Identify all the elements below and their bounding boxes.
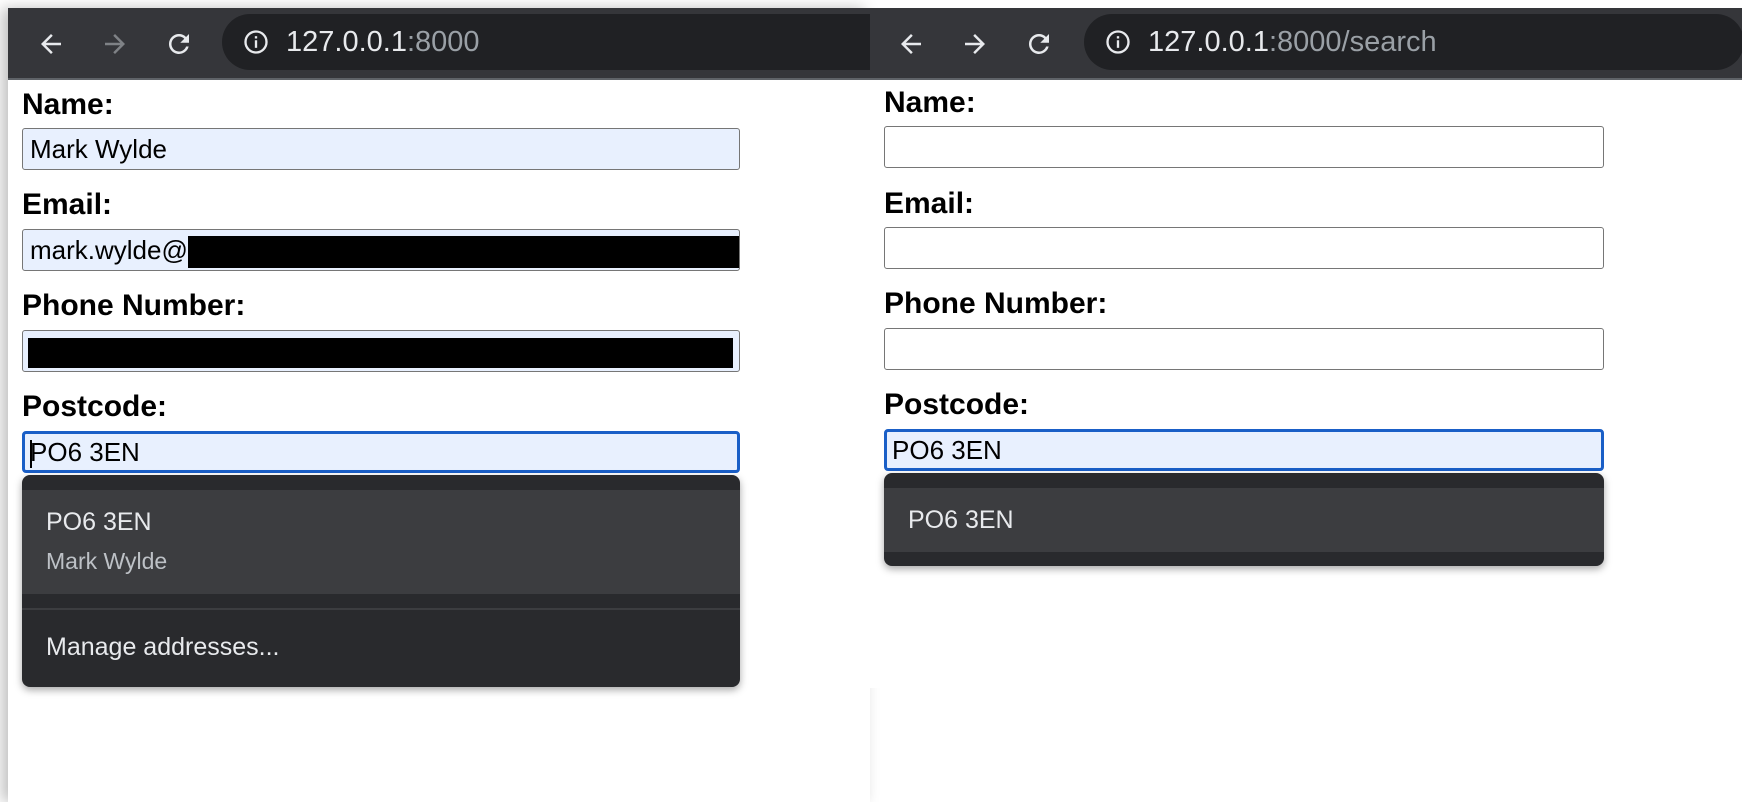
reload-button[interactable]	[1021, 26, 1057, 62]
phone-label: Phone Number:	[884, 287, 1108, 320]
postcode-label: Postcode:	[884, 388, 1030, 421]
url-text: 127.0.0.1:8000	[286, 24, 480, 60]
redaction-bar	[187, 236, 739, 269]
name-label: Name:	[22, 88, 114, 121]
postcode-label: Postcode:	[22, 390, 168, 423]
reload-icon	[168, 33, 189, 54]
name-label: Name:	[884, 86, 976, 119]
forward-button[interactable]	[957, 26, 993, 62]
desktop-background	[870, 688, 1742, 802]
email-field[interactable]	[884, 227, 1604, 269]
email-label: Email:	[22, 188, 113, 221]
autocomplete-dropdown: PO6 3EN	[884, 473, 1604, 566]
suggestion-title: PO6 3EN	[908, 506, 1014, 534]
phone-label: Phone Number:	[22, 289, 246, 322]
back-button[interactable]	[33, 26, 69, 62]
arrow-right-icon	[105, 34, 125, 54]
address-bar[interactable]: 127.0.0.1:8000/search	[1084, 14, 1742, 70]
url-path: :8000	[406, 26, 480, 58]
name-field[interactable]: Mark Wylde	[22, 128, 740, 170]
email-label: Email:	[884, 187, 975, 220]
phone-field[interactable]	[884, 328, 1604, 370]
redaction-bar	[28, 338, 733, 369]
url-host: 127.0.0.1	[286, 26, 407, 58]
info-circle-icon[interactable]	[1104, 28, 1132, 56]
browser-window-right: 127.0.0.1:8000/search Name: Email: Phone…	[870, 8, 1742, 688]
postcode-field[interactable]: PO6 3EN	[884, 429, 1604, 471]
url-path: :8000/search	[1268, 26, 1437, 58]
email-field[interactable]: mark.wylde@	[22, 229, 740, 271]
email-value: mark.wylde@	[30, 235, 188, 265]
autocomplete-suggestion[interactable]: PO6 3EN	[884, 488, 1604, 552]
back-button[interactable]	[893, 26, 929, 62]
browser-window-left: 127.0.0.1:8000 Name: Mark Wylde Email: m…	[8, 8, 922, 802]
postcode-field[interactable]: PO6 3EN	[22, 431, 740, 473]
manage-addresses-item[interactable]: Manage addresses...	[22, 611, 740, 681]
reload-button[interactable]	[161, 26, 197, 62]
dropdown-divider	[22, 608, 740, 610]
postcode-value: PO6 3EN	[892, 435, 1002, 465]
reload-icon	[1028, 33, 1049, 54]
url-host: 127.0.0.1	[1148, 26, 1269, 58]
address-bar[interactable]: 127.0.0.1:8000	[222, 14, 922, 70]
autofill-dropdown: PO6 3EN Mark Wylde Manage addresses...	[22, 475, 740, 687]
postcode-value: PO6 3EN	[30, 437, 140, 467]
suggestion-subtitle: Mark Wylde	[46, 548, 168, 574]
info-circle-icon[interactable]	[242, 28, 270, 56]
browser-toolbar: 127.0.0.1:8000	[8, 8, 922, 80]
manage-addresses-label: Manage addresses...	[46, 633, 280, 661]
autofill-suggestion[interactable]: PO6 3EN Mark Wylde	[22, 490, 740, 594]
arrow-left-icon	[41, 34, 61, 54]
phone-field[interactable]	[22, 330, 740, 372]
name-field[interactable]	[884, 126, 1604, 168]
suggestion-title: PO6 3EN	[46, 508, 152, 536]
url-text: 127.0.0.1:8000/search	[1148, 24, 1437, 60]
arrow-right-icon	[965, 34, 985, 54]
forward-button[interactable]	[97, 26, 133, 62]
browser-toolbar: 127.0.0.1:8000/search	[870, 8, 1742, 80]
name-value: Mark Wylde	[30, 134, 168, 164]
arrow-left-icon	[901, 34, 921, 54]
